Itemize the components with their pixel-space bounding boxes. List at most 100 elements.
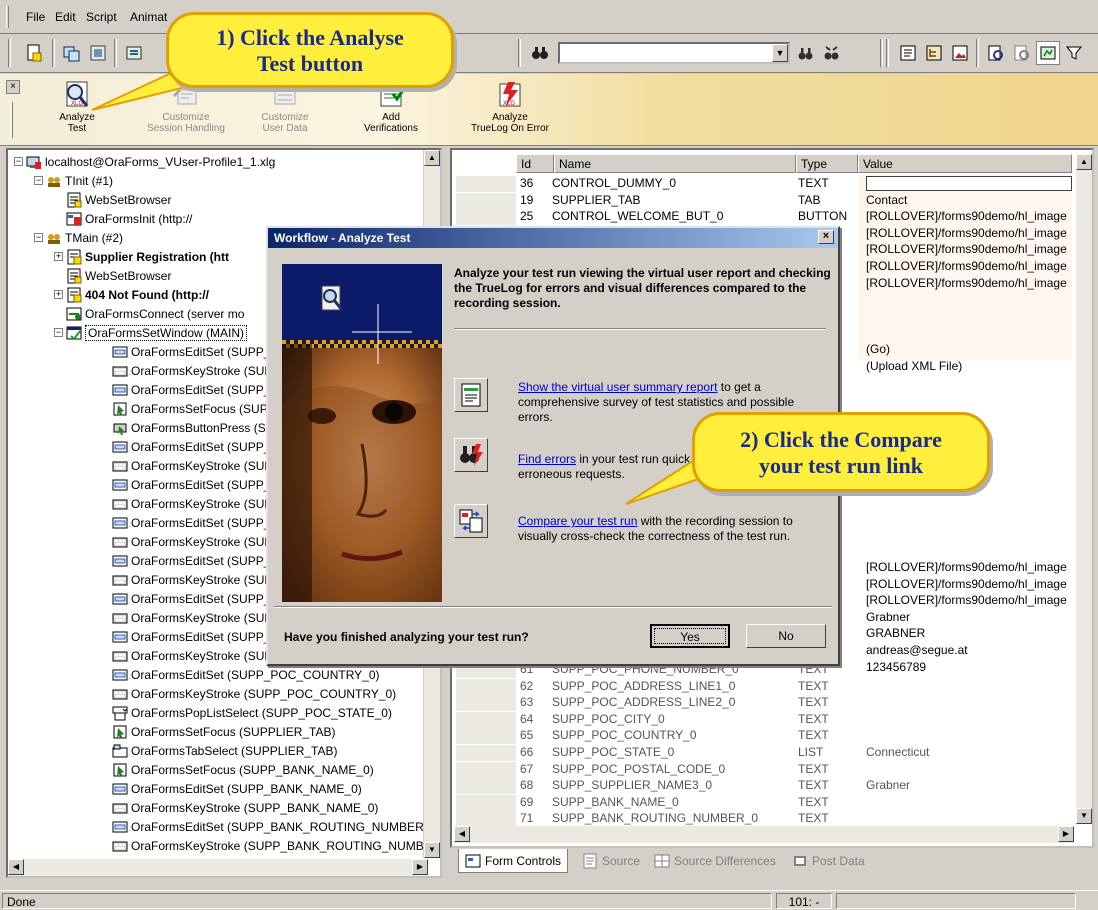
no-button[interactable]: No	[746, 624, 826, 648]
collapse-icon[interactable]: −	[54, 328, 63, 337]
tree-node[interactable]: OraFormsKeyStroke (SUPP_POC_COUNTRY_0)	[100, 684, 396, 703]
tree-node[interactable]: OraFormsEditSet (SUPP_BANK_ROUTING_NUMBE…	[100, 817, 440, 836]
tree-node[interactable]: OraFormsConnect (server mo	[54, 304, 244, 323]
virtual-user-report-link[interactable]: Show the virtual user summary report	[518, 380, 717, 394]
tree-node[interactable]: OraFormsKeyStroke (SUPF	[100, 361, 280, 380]
menu-animate[interactable]: Animat	[130, 10, 167, 24]
table-row[interactable]: 64 SUPP_POC_CITY_0 TEXT	[452, 711, 1072, 728]
table-row[interactable]: 66 SUPP_POC_STATE_0 LIST Connecticut	[452, 745, 1072, 761]
close-icon[interactable]: ×	[818, 230, 834, 244]
analyze-truelog-button[interactable]: XLG Analyze TrueLog On Error	[470, 78, 550, 134]
tree-node[interactable]: WebSetBrowser	[54, 266, 171, 285]
scroll-down-icon[interactable]: ▼	[1076, 808, 1092, 824]
tree-node[interactable]: OraFormsEditSet (SUPP_P	[100, 513, 278, 532]
scroll-left-icon[interactable]: ◀	[8, 859, 24, 875]
find-errors-link[interactable]: Find errors	[518, 452, 576, 466]
scroll-right-icon[interactable]: ▶	[412, 859, 428, 875]
preview-icon[interactable]	[984, 41, 1008, 65]
tree-node[interactable]: +404 Not Found (http://	[54, 285, 209, 304]
tab-source[interactable]: Source	[576, 849, 646, 873]
tree-node[interactable]: OraFormsKeyStroke (SUPF	[100, 456, 280, 475]
tree-node[interactable]: OraFormsKeyStroke (SUPP_BANK_NAME_0)	[100, 798, 378, 817]
tree-node[interactable]: OraFormsEditSet (SUPP_P	[100, 475, 278, 494]
open-project-icon[interactable]	[60, 41, 84, 65]
tree-node[interactable]: − OraFormsSetWindow (MAIN)	[54, 323, 248, 342]
tree-node[interactable]: OraFormsKeyStroke (SUPF	[100, 494, 280, 513]
tree-node[interactable]: OraFormsPopListSelect (SUPP_POC_STATE_0)	[100, 703, 392, 722]
tab-form-controls[interactable]: Form Controls	[458, 849, 569, 873]
compare-test-run-link[interactable]: Compare your test run	[518, 514, 637, 528]
tree-node[interactable]: OraFormsEditSet (SUPP_P	[100, 589, 278, 608]
highlight-icon[interactable]	[1036, 41, 1060, 65]
tree-node[interactable]: − TMain (#2)	[34, 228, 123, 247]
yes-button[interactable]: Yes	[650, 624, 730, 648]
report-button[interactable]	[454, 378, 488, 412]
column-header-value[interactable]: Value	[858, 154, 1072, 173]
tree-node[interactable]: OraFormsEditSet (SUPP_BANK_NAME_0)	[100, 779, 362, 798]
tab-post-data[interactable]: Post Data	[786, 849, 871, 873]
new-file-icon[interactable]	[22, 41, 46, 65]
collapse-icon[interactable]: −	[14, 157, 23, 166]
tree-node[interactable]: OraFormsSetFocus (SUPPLIER_TAB)	[100, 722, 336, 741]
expand-icon[interactable]: +	[54, 252, 63, 261]
filter-icon[interactable]	[1062, 41, 1086, 65]
scroll-left-icon[interactable]: ◀	[454, 826, 470, 842]
menu-edit[interactable]: Edit	[55, 10, 76, 24]
scroll-up-icon[interactable]: ▲	[424, 150, 440, 166]
tree-node[interactable]: OraFormsTabSelect (SUPPLIER_TAB)	[100, 741, 338, 760]
tree-node[interactable]: OraFormsSetFocus (SUPP_BANK_NAME_0)	[100, 760, 374, 779]
column-header-type[interactable]: Type	[796, 154, 858, 173]
find-previous-icon[interactable]	[820, 41, 844, 65]
table-row[interactable]: 62 SUPP_POC_ADDRESS_LINE1_0 TEXT	[452, 678, 1072, 695]
find-errors-button[interactable]	[454, 438, 488, 472]
tree-node[interactable]: OraFormsEditSet (SUPP_P	[100, 551, 278, 570]
print-preview-icon[interactable]	[1010, 41, 1034, 65]
grid-vertical-scrollbar[interactable]: ▲ ▼	[1076, 154, 1092, 824]
tree-node[interactable]: OraFormsInit (http://	[54, 209, 192, 228]
table-row[interactable]: 63 SUPP_POC_ADDRESS_LINE2_0 TEXT	[452, 695, 1072, 712]
compare-button[interactable]	[454, 504, 488, 538]
menu-file[interactable]: File	[26, 10, 45, 24]
table-row[interactable]: 71 SUPP_BANK_ROUTING_NUMBER_0 TEXT	[452, 811, 1072, 828]
collapse-icon[interactable]: −	[34, 233, 43, 242]
tree-view-icon[interactable]	[922, 41, 946, 65]
tree-node[interactable]: OraFormsKeyStroke (SUPF	[100, 570, 280, 589]
tree-node[interactable]: OraFormsKeyStroke (SUPP_BANK_ROUTING_NUM…	[100, 836, 440, 855]
close-workflow-icon[interactable]: ×	[6, 80, 20, 94]
tree-node[interactable]: − localhost@OraForms_VUser-Profile1_1.xlg	[14, 152, 275, 171]
tree-node[interactable]: OraFormsEditSet (SUPP_P	[100, 437, 278, 456]
table-row[interactable]: 25 CONTROL_WELCOME_BUT_0 BUTTON [ROLLOVER]/…	[452, 209, 1072, 226]
tab-source-differences[interactable]: Source Differences	[648, 849, 782, 873]
find-next-icon[interactable]	[794, 41, 818, 65]
tree-node[interactable]: − TInit (#1)	[34, 171, 113, 190]
tree-node[interactable]: OraFormsEditSet (SUPP_P	[100, 627, 278, 646]
table-row[interactable]: 67 SUPP_POC_POSTAL_CODE_0 TEXT	[452, 761, 1072, 778]
menu-script[interactable]: Script	[86, 10, 117, 24]
search-combobox[interactable]: ▼	[558, 42, 790, 64]
tree-node[interactable]: OraFormsEditSet (SUPP_POC_COUNTRY_0)	[100, 665, 380, 684]
chevron-down-icon[interactable]: ▼	[772, 44, 788, 62]
tree-node[interactable]: OraFormsEditSet (SUPP_S	[100, 380, 278, 399]
tree-node[interactable]: OraFormsEditSet (SUPP_S	[100, 342, 278, 361]
grid-horizontal-scrollbar[interactable]: ◀ ▶	[454, 826, 1074, 843]
tree-node[interactable]: + Supplier Registration (htt	[54, 247, 229, 266]
table-row[interactable]: 68 SUPP_SUPPLIER_NAME3_0 TEXT Grabner	[452, 778, 1072, 795]
scroll-up-icon[interactable]: ▲	[1076, 154, 1092, 170]
binoculars-icon[interactable]	[528, 41, 552, 65]
tree-node[interactable]: OraFormsKeyStroke (SUPF	[100, 532, 280, 551]
collapse-icon[interactable]: −	[34, 176, 43, 185]
table-row[interactable]: 36 CONTROL_DUMMY_0 TEXT	[452, 176, 1072, 192]
column-header-name[interactable]: Name	[554, 154, 796, 173]
scroll-right-icon[interactable]: ▶	[1058, 826, 1074, 842]
tree-node[interactable]: WebSetBrowser	[54, 190, 171, 209]
scroll-down-icon[interactable]: ▼	[424, 842, 440, 858]
tree-horizontal-scrollbar[interactable]: ◀ ▶	[8, 859, 428, 876]
tree-node[interactable]: OraFormsKeyStroke (SUPF	[100, 608, 280, 627]
expand-icon[interactable]: +	[54, 290, 63, 299]
report-icon[interactable]	[896, 41, 920, 65]
table-row[interactable]: 69 SUPP_BANK_NAME_0 TEXT	[452, 794, 1072, 811]
table-row[interactable]: 65 SUPP_POC_COUNTRY_0 TEXT	[452, 728, 1072, 745]
tree-node[interactable]: OraFormsKeyStroke (SUPF	[100, 646, 280, 665]
image-view-icon[interactable]	[948, 41, 972, 65]
column-header-id[interactable]: Id	[516, 154, 554, 173]
